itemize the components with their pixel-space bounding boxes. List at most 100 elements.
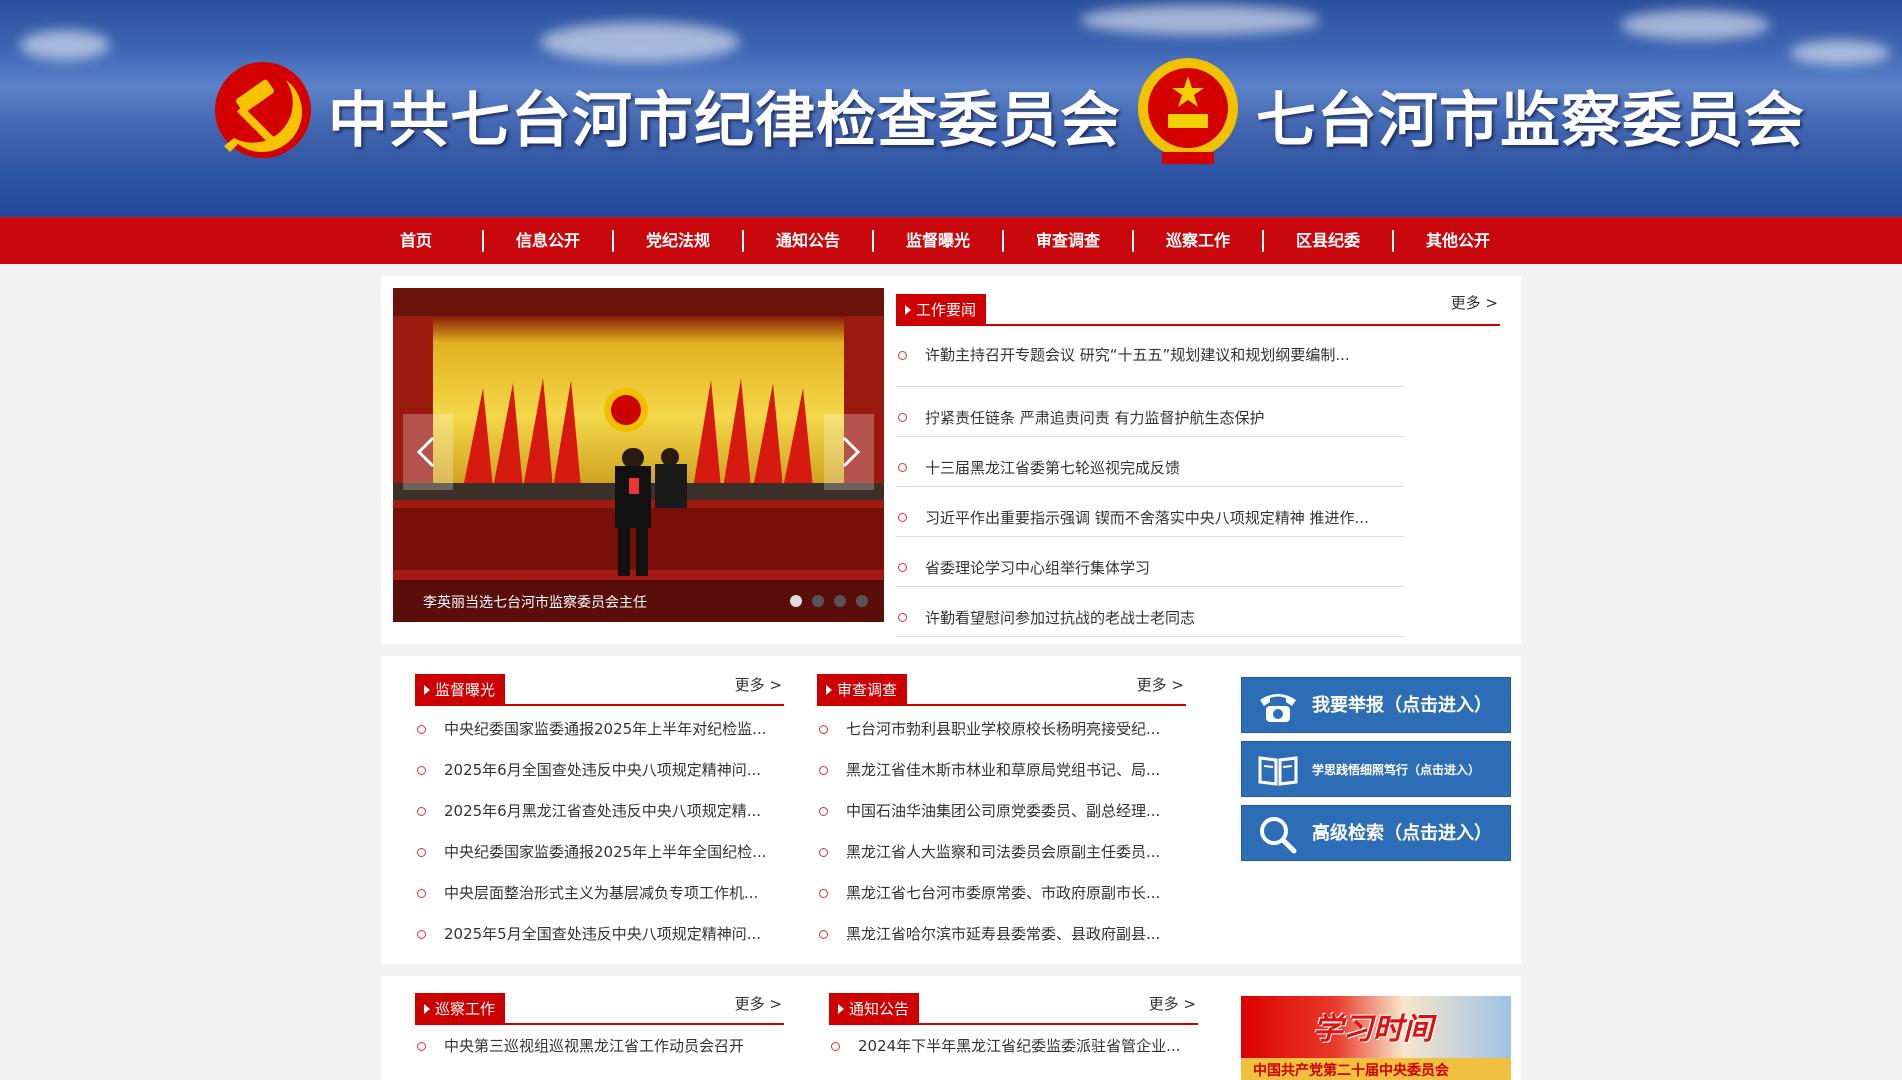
supervision-list: 中央纪委国家监委通报2025年上半年对纪检监... 2025年6月全国查处违反中… (415, 710, 784, 956)
nav-other-disclosure[interactable]: 其他公开 (1413, 217, 1503, 264)
bullet-icon (417, 766, 426, 775)
header-banner: 中共七台河市纪律检查委员会 七台河市监察委员会 (0, 0, 1902, 217)
report-button-label: 我要举报（点击进入） (1312, 695, 1492, 716)
supervision-header: 监督曝光 更多 > (415, 670, 784, 706)
notice-tab[interactable]: 通知公告 (829, 993, 920, 1025)
list-item[interactable]: 2025年6月黑龙江省查处违反中央八项规定精... (415, 792, 784, 833)
list-item[interactable]: 中国石油华油集团公司原党委委员、副总经理... (817, 792, 1186, 833)
cloud (20, 30, 110, 60)
list-item[interactable]: 十三届黑龙江省委第七轮巡视完成反馈 (896, 437, 1404, 487)
bullet-icon (819, 807, 828, 816)
notice-more-link[interactable]: 更多 > (1149, 993, 1196, 1014)
investigation-list: 七台河市勃利县职业学校原校长杨明亮接受纪... 黑龙江省佳木斯市林业和草原局党组… (817, 710, 1186, 956)
study-time-banner[interactable]: 学习时间 中国共产党第二十届中央委员会 (1241, 996, 1511, 1080)
list-item[interactable]: 许勤看望慰问参加过抗战的老战士老同志 (896, 587, 1404, 637)
nav-info-disclosure[interactable]: 信息公开 (503, 217, 593, 264)
inspection-header: 巡察工作 更多 > (415, 989, 784, 1025)
bullet-icon (417, 725, 426, 734)
list-item[interactable]: 2024年下半年黑龙江省纪委监委派驻省管企业... (829, 1027, 1198, 1068)
advanced-search-button[interactable]: 高级检索（点击进入） (1241, 805, 1511, 861)
slide-photo (393, 288, 884, 622)
investigation-tab[interactable]: 审查调查 (817, 674, 908, 706)
list-item[interactable]: 中央纪委国家监委通报2025年上半年全国纪检... (415, 833, 784, 874)
nav-inspection[interactable]: 巡察工作 (1153, 217, 1243, 264)
bullet-icon (898, 563, 907, 572)
nav-party-regulations[interactable]: 党纪法规 (633, 217, 723, 264)
list-item[interactable]: 黑龙江省哈尔滨市延寿县委常委、县政府副县... (817, 915, 1186, 956)
slider-next-button[interactable] (824, 414, 874, 490)
nav-divider (1132, 230, 1134, 252)
nav-investigation[interactable]: 审查调查 (1023, 217, 1113, 264)
slider-caption-bar: 李英丽当选七台河市监察委员会主任 (393, 580, 884, 622)
nav-district-commissions[interactable]: 区县纪委 (1283, 217, 1373, 264)
list-item[interactable]: 中央层面整治形式主义为基层减负专项工作机... (415, 874, 784, 915)
nav-supervision[interactable]: 监督曝光 (893, 217, 983, 264)
list-item[interactable]: 黑龙江省佳木斯市林业和草原局党组书记、局... (817, 751, 1186, 792)
slider-dot[interactable] (790, 595, 802, 607)
nav-divider (872, 230, 874, 252)
bullet-icon (819, 930, 828, 939)
supervisory-title: 七台河市监察委员会 (1256, 86, 1805, 156)
photo-slider[interactable]: 李英丽当选七台河市监察委员会主任 (393, 288, 884, 622)
nav-divider (1392, 230, 1394, 252)
bullet-icon (417, 848, 426, 857)
nav-divider (612, 230, 614, 252)
bullet-icon (898, 351, 907, 360)
list-item[interactable]: 2025年5月全国查处违反中央八项规定精神问... (415, 915, 784, 956)
bullet-icon (417, 930, 426, 939)
slider-dot[interactable] (856, 595, 868, 607)
national-emblem-icon (1138, 58, 1238, 164)
supervision-tab[interactable]: 监督曝光 (415, 674, 506, 706)
commission-title: 中共七台河市纪律检查委员会 (328, 86, 1121, 156)
report-button[interactable]: 我要举报（点击进入） (1241, 677, 1511, 733)
cloud (1080, 5, 1320, 35)
bullet-icon (819, 889, 828, 898)
main-nav: 首页 信息公开 党纪法规 通知公告 监督曝光 审查调查 巡察工作 区县纪委 其他… (0, 217, 1902, 264)
nav-home[interactable]: 首页 (376, 217, 456, 264)
list-item[interactable]: 七台河市勃利县职业学校原校长杨明亮接受纪... (817, 710, 1186, 751)
list-item[interactable]: 2025年6月全国查处违反中央八项规定精神问... (415, 751, 784, 792)
nav-notices[interactable]: 通知公告 (763, 217, 853, 264)
bullet-icon (898, 613, 907, 622)
inspection-more-link[interactable]: 更多 > (735, 993, 782, 1014)
list-item[interactable]: 黑龙江省人大监察和司法委员会原副主任委员... (817, 833, 1186, 874)
inspection-list: 中央第三巡视组巡视黑龙江省工作动员会召开 (415, 1027, 784, 1068)
chevron-right-icon (842, 436, 861, 468)
investigation-more-link[interactable]: 更多 > (1137, 674, 1184, 695)
cloud (1620, 10, 1770, 40)
nav-divider (1002, 230, 1004, 252)
work-news-header: 工作要闻 更多 > (896, 290, 1500, 326)
work-news-more-link[interactable]: 更多 > (1451, 292, 1498, 313)
list-item[interactable]: 拧紧责任链条 严肃追责问责 有力监督护航生态保护 (896, 387, 1404, 437)
chevron-left-icon (416, 436, 435, 468)
bullet-icon (831, 1042, 840, 1051)
advanced-search-button-label: 高级检索（点击进入） (1312, 823, 1492, 844)
investigation-header: 审查调查 更多 > (817, 670, 1186, 706)
work-news-tab[interactable]: 工作要闻 (896, 294, 987, 326)
slider-prev-button[interactable] (403, 414, 453, 490)
list-item[interactable]: 许勤主持召开专题会议 研究“十五五”规划建议和规划纲要编制... (896, 337, 1404, 387)
nav-divider (482, 230, 484, 252)
telephone-icon (1260, 694, 1296, 722)
bullet-icon (819, 725, 828, 734)
list-item[interactable]: 黑龙江省七台河市委原常委、市政府原副市长... (817, 874, 1186, 915)
study-practice-button[interactable]: 学思践悟细照笃行（点击进入） (1241, 741, 1511, 797)
inspection-tab[interactable]: 巡察工作 (415, 993, 506, 1025)
cloud (1790, 40, 1890, 65)
search-icon (1260, 817, 1297, 854)
list-item[interactable]: 习近平作出重要指示强调 锲而不舍落实中央八项规定精神 推进作... (896, 487, 1404, 537)
bullet-icon (417, 1042, 426, 1051)
bullet-icon (417, 807, 426, 816)
list-item[interactable]: 省委理论学习中心组举行集体学习 (896, 537, 1404, 587)
bullet-icon (819, 848, 828, 857)
slider-dot[interactable] (834, 595, 846, 607)
cloud (540, 22, 740, 62)
supervision-more-link[interactable]: 更多 > (735, 674, 782, 695)
study-practice-button-label: 学思践悟细照笃行（点击进入） (1312, 763, 1481, 777)
bullet-icon (417, 889, 426, 898)
list-item[interactable]: 中央第三巡视组巡视黑龙江省工作动员会召开 (415, 1027, 784, 1068)
list-item[interactable]: 中央纪委国家监委通报2025年上半年对纪检监... (415, 710, 784, 751)
slider-dot[interactable] (812, 595, 824, 607)
notice-list: 2024年下半年黑龙江省纪委监委派驻省管企业... (829, 1027, 1198, 1068)
nav-divider (1262, 230, 1264, 252)
